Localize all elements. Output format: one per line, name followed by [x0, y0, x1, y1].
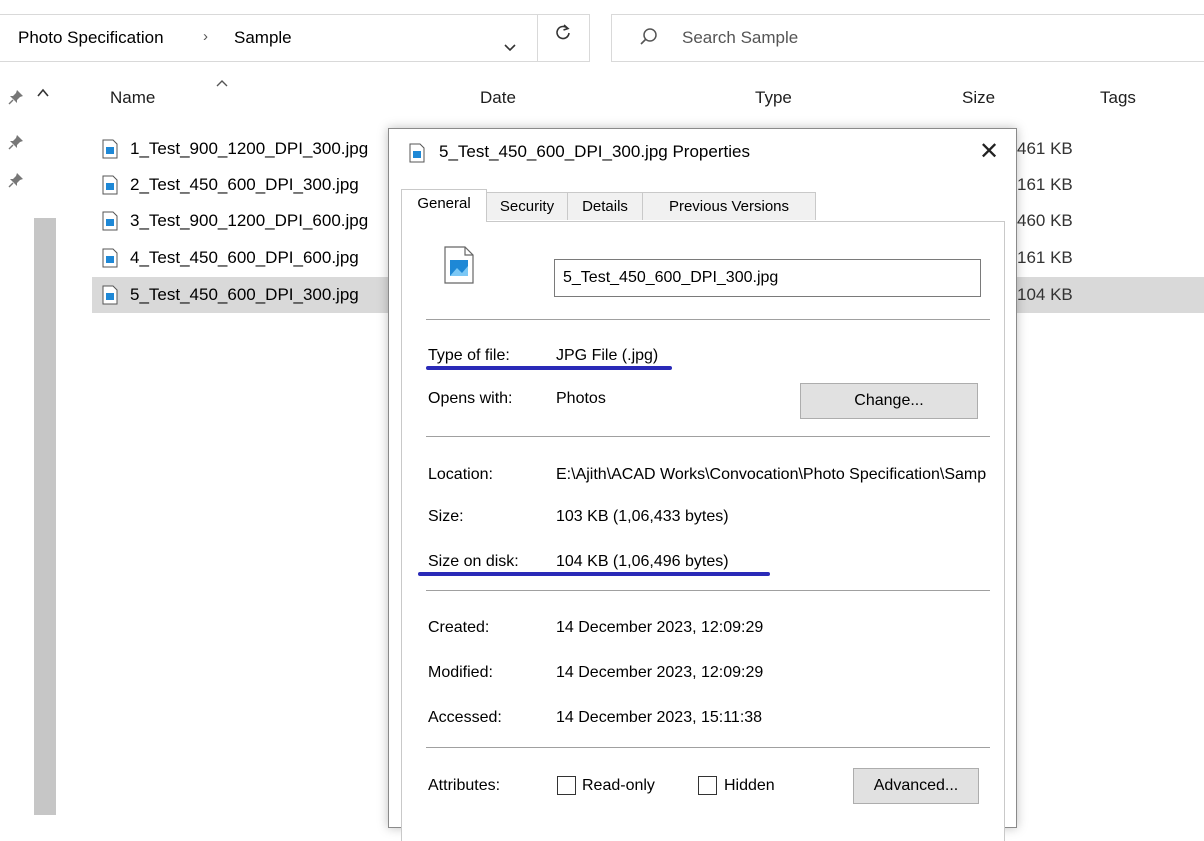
- address-divider: [537, 14, 538, 62]
- size-label: Size:: [428, 508, 464, 525]
- attributes-label: Attributes:: [428, 777, 501, 794]
- modified-value: 14 December 2023, 12:09:29: [556, 664, 764, 681]
- file-size: 161 KB: [1017, 175, 1073, 194]
- search-box[interactable]: Search Sample: [611, 14, 1204, 62]
- file-size: 461 KB: [1017, 139, 1073, 158]
- created-value: 14 December 2023, 12:09:29: [556, 619, 764, 636]
- column-header-type[interactable]: Type: [755, 88, 792, 108]
- navigation-pane: [0, 78, 62, 815]
- file-size: 460 KB: [1017, 211, 1073, 230]
- filename-field[interactable]: [554, 259, 981, 297]
- file-name: 5_Test_450_600_DPI_300.jpg: [130, 285, 359, 304]
- file-size: 104 KB: [1017, 285, 1073, 304]
- location-label: Location:: [428, 466, 493, 483]
- file-name: 1_Test_900_1200_DPI_300.jpg: [130, 139, 369, 158]
- tab-details[interactable]: Details: [567, 192, 643, 220]
- file-name: 3_Test_900_1200_DPI_600.jpg: [130, 211, 369, 230]
- breadcrumb-separator: ›: [203, 28, 208, 45]
- jpg-file-icon: [102, 248, 118, 268]
- general-tab-panel: Type of file: JPG File (.jpg) Opens with…: [401, 221, 1005, 841]
- dialog-title: 5_Test_450_600_DPI_300.jpg Properties: [439, 142, 750, 161]
- opens-with-value: Photos: [556, 390, 606, 407]
- size-on-disk-label: Size on disk:: [428, 553, 519, 570]
- breadcrumb-photo-specification[interactable]: Photo Specification: [18, 28, 164, 48]
- breadcrumb-sample[interactable]: Sample: [234, 28, 292, 48]
- size-on-disk-value: 104 KB (1,06,496 bytes): [556, 553, 729, 570]
- sort-ascending-icon: [216, 80, 228, 87]
- file-size: 161 KB: [1017, 248, 1073, 267]
- modified-label: Modified:: [428, 664, 493, 681]
- created-label: Created:: [428, 619, 490, 636]
- type-of-file-label: Type of file:: [428, 347, 510, 364]
- navigation-scrollbar[interactable]: [34, 218, 56, 815]
- change-button[interactable]: Change...: [800, 383, 978, 419]
- separator: [426, 319, 990, 320]
- read-only-label[interactable]: Read-only: [582, 777, 655, 795]
- jpg-file-icon: [102, 285, 118, 305]
- search-icon: [640, 28, 657, 45]
- location-value: E:\Ajith\ACAD Works\Convocation\Photo Sp…: [556, 466, 986, 483]
- advanced-button[interactable]: Advanced...: [853, 768, 979, 804]
- file-name: 4_Test_450_600_DPI_600.jpg: [130, 248, 359, 267]
- separator: [426, 436, 990, 437]
- hidden-checkbox[interactable]: [698, 776, 717, 795]
- opens-with-label: Opens with:: [428, 390, 513, 407]
- tab-previous-versions[interactable]: Previous Versions: [642, 192, 816, 220]
- column-header-size[interactable]: Size: [962, 88, 995, 108]
- search-input[interactable]: Search Sample: [682, 28, 798, 48]
- column-header-name[interactable]: Name: [110, 88, 155, 108]
- pin-icon[interactable]: [8, 134, 24, 150]
- tab-security[interactable]: Security: [486, 192, 568, 220]
- column-header-date[interactable]: Date: [480, 88, 516, 108]
- pin-icon[interactable]: [8, 172, 24, 188]
- refresh-icon[interactable]: [553, 22, 573, 42]
- accessed-label: Accessed:: [428, 709, 502, 726]
- jpg-file-icon: [102, 139, 118, 159]
- read-only-checkbox[interactable]: [557, 776, 576, 795]
- tab-general[interactable]: General: [401, 189, 487, 222]
- accessed-value: 14 December 2023, 15:11:38: [556, 709, 763, 726]
- hidden-label[interactable]: Hidden: [724, 777, 775, 795]
- breadcrumb[interactable]: Photo Specification › Sample: [0, 14, 590, 62]
- separator: [426, 590, 990, 591]
- jpg-file-icon: [102, 211, 118, 231]
- jpg-file-icon: [102, 175, 118, 195]
- type-of-file-value: JPG File (.jpg): [556, 347, 659, 364]
- annotation-underline: [426, 366, 672, 370]
- chevron-up-icon[interactable]: [36, 86, 50, 100]
- column-header-tags[interactable]: Tags: [1100, 88, 1136, 108]
- jpg-file-icon: [409, 143, 425, 163]
- file-name: 2_Test_450_600_DPI_300.jpg: [130, 175, 359, 194]
- properties-dialog: 5_Test_450_600_DPI_300.jpg Properties ✕ …: [388, 128, 1017, 841]
- pin-icon[interactable]: [8, 89, 24, 105]
- address-bar: Photo Specification › Sample Search Samp…: [0, 0, 1204, 78]
- jpg-file-icon: [444, 246, 474, 284]
- close-icon[interactable]: ✕: [974, 137, 1004, 167]
- size-value: 103 KB (1,06,433 bytes): [556, 508, 729, 525]
- separator: [426, 747, 990, 748]
- annotation-underline: [418, 572, 770, 576]
- chevron-down-icon[interactable]: [500, 37, 520, 57]
